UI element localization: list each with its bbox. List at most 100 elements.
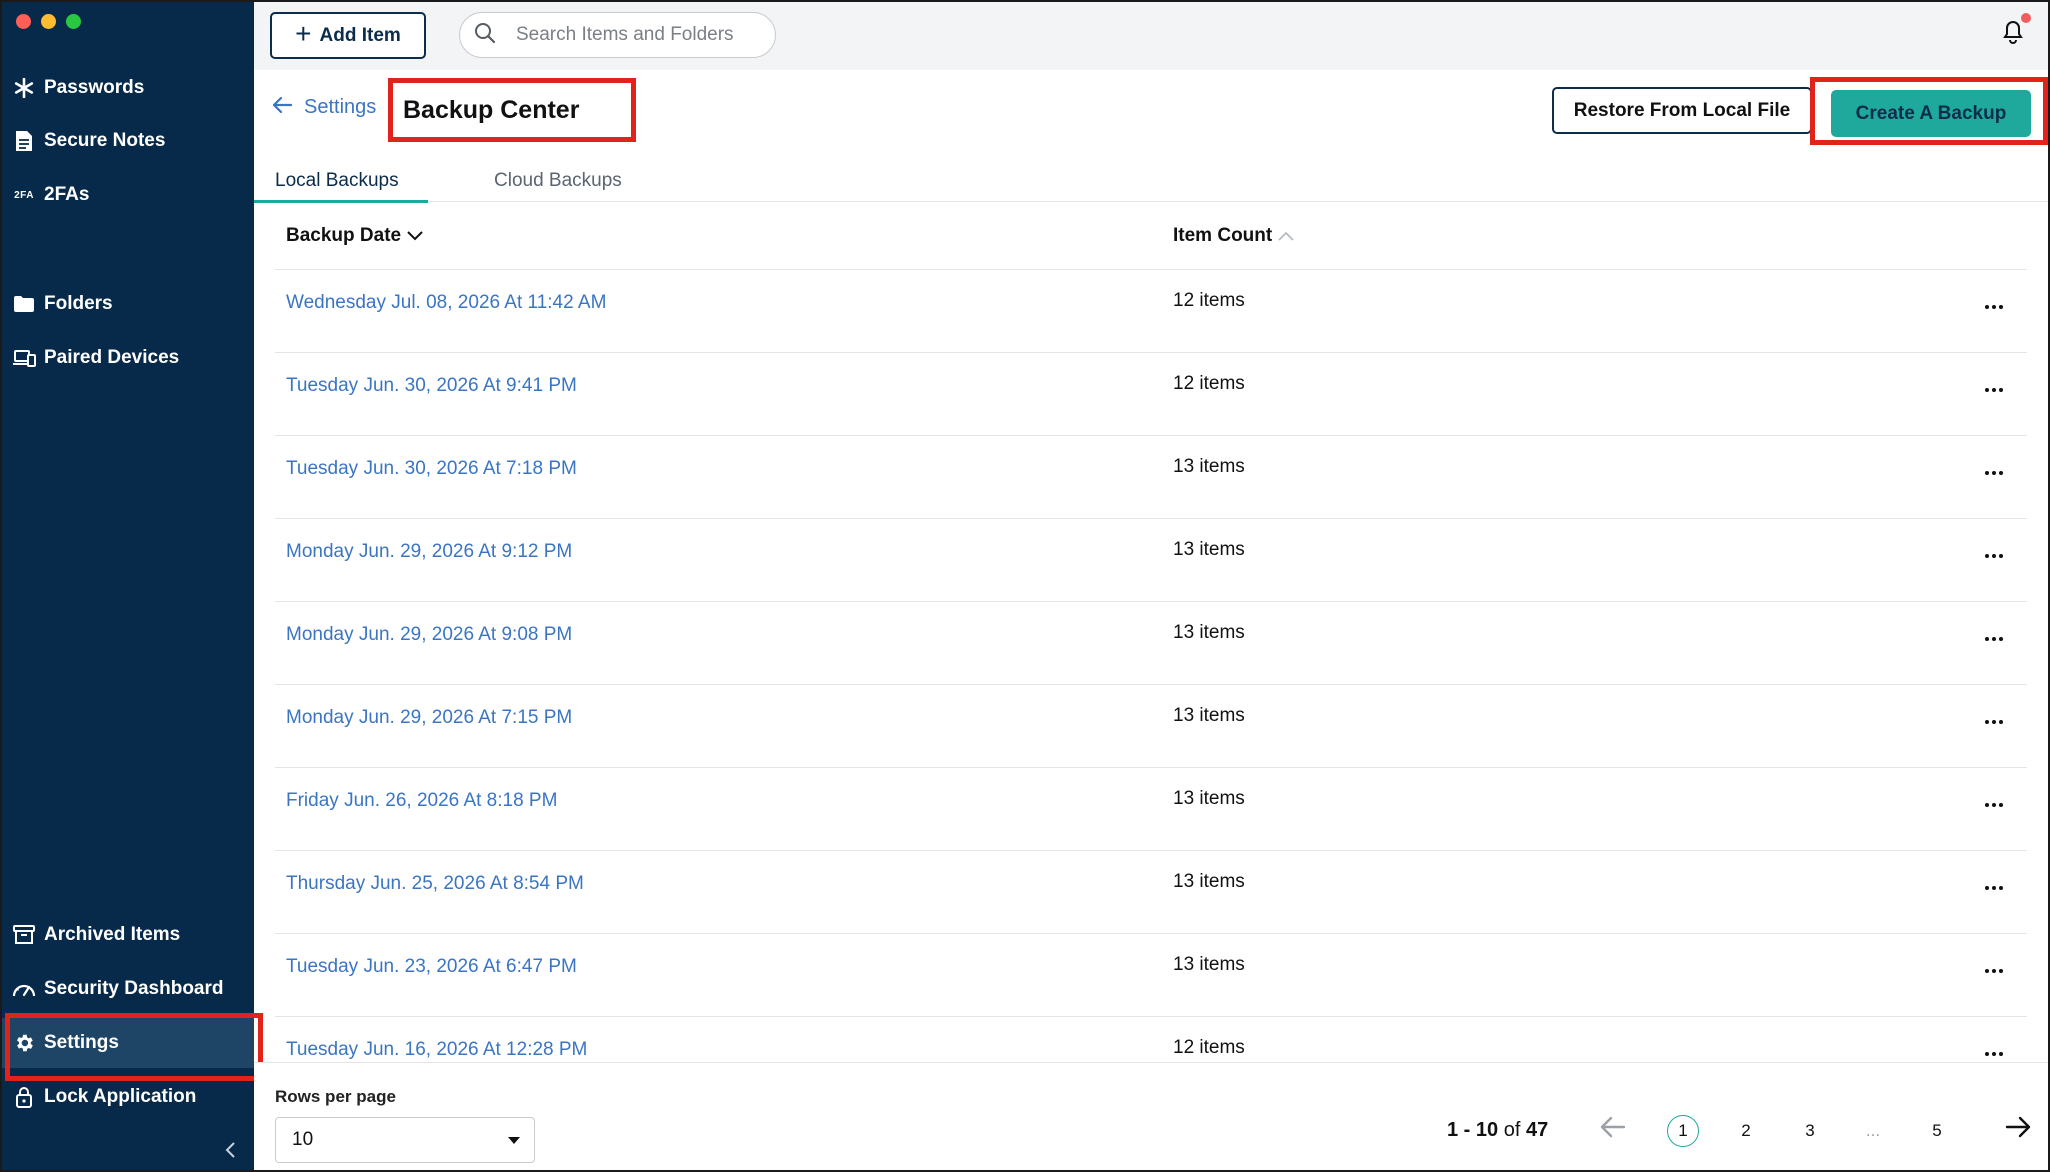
lock-icon <box>12 1085 36 1109</box>
page-button-2[interactable]: 2 <box>1730 1115 1762 1147</box>
create-a-backup-button[interactable]: Create A Backup <box>1831 90 2031 137</box>
backup-date-link[interactable]: Monday Jun. 29, 2026 At 9:08 PM <box>286 624 572 646</box>
search-input[interactable] <box>516 24 756 46</box>
minimize-window-button[interactable] <box>41 14 56 29</box>
backup-date-link[interactable]: Monday Jun. 29, 2026 At 9:12 PM <box>286 541 572 563</box>
more-options-icon[interactable] <box>1978 790 2010 820</box>
backup-tabs: Local Backups Cloud Backups <box>254 160 2050 203</box>
2fa-icon: 2FA <box>14 189 34 201</box>
close-window-button[interactable] <box>16 14 31 29</box>
top-bar: + Add Item <box>254 0 2050 70</box>
arrow-left-icon <box>272 96 293 119</box>
more-options-icon[interactable] <box>1978 956 2010 986</box>
notification-dot <box>2021 13 2031 23</box>
tab-local-backups[interactable]: Local Backups <box>254 170 428 203</box>
more-options-icon[interactable] <box>1978 375 2010 405</box>
sidebar-item-label: Folders <box>44 293 113 314</box>
sidebar-item-label: Lock Application <box>44 1086 197 1107</box>
devices-icon <box>12 346 36 370</box>
more-options-icon[interactable] <box>1978 624 2010 654</box>
arrow-left-icon[interactable] <box>1599 1115 1629 1145</box>
page-button-3[interactable]: 3 <box>1794 1115 1826 1147</box>
asterisk-icon <box>12 76 36 100</box>
column-header-item-count[interactable]: Item Count <box>1173 225 1294 247</box>
back-to-settings-link[interactable]: Settings <box>272 96 376 119</box>
chevron-up-icon <box>1278 225 1294 247</box>
backup-date-link[interactable]: Tuesday Jun. 30, 2026 At 7:18 PM <box>286 458 577 480</box>
more-options-icon[interactable] <box>1978 541 2010 571</box>
sidebar-item-paired-devices[interactable]: Paired Devices <box>0 333 254 383</box>
gear-icon <box>12 1031 36 1055</box>
sidebar-item-settings[interactable]: Settings <box>0 1013 263 1081</box>
sidebar: Passwords Secure Notes 2FA 2FAs Folders … <box>0 0 263 1172</box>
table-row: Monday Jun. 29, 2026 At 7:15 PM 13 items <box>275 685 2027 768</box>
caret-down-icon <box>508 1137 520 1144</box>
bell-icon[interactable] <box>2002 13 2031 46</box>
table-footer: Rows per page 10 1 - 10 of 47 1 2 3 ... … <box>254 1062 2050 1172</box>
sidebar-item-security-dashboard[interactable]: Security Dashboard <box>0 964 254 1014</box>
more-options-icon[interactable] <box>1978 1039 2010 1062</box>
backup-date-link[interactable]: Friday Jun. 26, 2026 At 8:18 PM <box>286 790 557 812</box>
item-count: 13 items <box>1173 539 1245 560</box>
plus-icon: + <box>295 18 312 49</box>
column-header-backup-date[interactable]: Backup Date <box>286 225 423 247</box>
sidebar-item-label: Archived Items <box>44 924 181 945</box>
item-count: 13 items <box>1173 954 1245 975</box>
item-count: 12 items <box>1173 290 1245 311</box>
sidebar-item-secure-notes[interactable]: Secure Notes <box>0 116 254 166</box>
backup-date-link[interactable]: Tuesday Jun. 16, 2026 At 12:28 PM <box>286 1039 587 1061</box>
page-button-5[interactable]: 5 <box>1921 1115 1953 1147</box>
backup-date-link[interactable]: Monday Jun. 29, 2026 At 7:15 PM <box>286 707 572 729</box>
pagination-range: 1 - 10 of 47 <box>1447 1119 1549 1141</box>
rows-per-page-select[interactable]: 10 <box>275 1117 535 1163</box>
backup-date-link[interactable]: Tuesday Jun. 30, 2026 At 9:41 PM <box>286 375 577 397</box>
search-box <box>459 12 776 58</box>
more-options-icon[interactable] <box>1978 458 2010 488</box>
tab-cloud-backups[interactable]: Cloud Backups <box>494 170 622 192</box>
item-count: 13 items <box>1173 788 1245 809</box>
item-count: 13 items <box>1173 705 1245 726</box>
maximize-window-button[interactable] <box>66 14 81 29</box>
more-options-icon[interactable] <box>1978 292 2010 322</box>
more-options-icon[interactable] <box>1978 873 2010 903</box>
gauge-icon <box>12 977 36 1001</box>
sidebar-item-label: Settings <box>44 1032 119 1053</box>
table-row: Monday Jun. 29, 2026 At 9:08 PM 13 items <box>275 602 2027 685</box>
chevron-left-icon[interactable] <box>218 1138 242 1162</box>
add-item-button[interactable]: + Add Item <box>270 12 426 59</box>
archive-icon <box>12 923 36 947</box>
backup-date-link[interactable]: Wednesday Jul. 08, 2026 At 11:42 AM <box>286 292 606 314</box>
page-title-highlight: Backup Center <box>388 78 636 142</box>
table-row: Tuesday Jun. 30, 2026 At 9:41 PM 12 item… <box>275 353 2027 436</box>
more-options-icon[interactable] <box>1978 707 2010 737</box>
table-row: Tuesday Jun. 30, 2026 At 7:18 PM 13 item… <box>275 436 2027 519</box>
sidebar-item-label: Security Dashboard <box>44 978 224 999</box>
sidebar-item-label: Passwords <box>44 77 145 98</box>
window-controls <box>16 14 81 29</box>
note-icon <box>12 129 36 153</box>
folder-icon <box>12 292 36 316</box>
sidebar-item-folders[interactable]: Folders <box>0 279 254 329</box>
backup-date-link[interactable]: Thursday Jun. 25, 2026 At 8:54 PM <box>286 873 584 895</box>
arrow-right-icon[interactable] <box>2004 1115 2034 1145</box>
table-row: Thursday Jun. 25, 2026 At 8:54 PM 13 ite… <box>275 851 2027 934</box>
sidebar-item-lock-application[interactable]: Lock Application <box>0 1072 254 1122</box>
sidebar-item-label: Paired Devices <box>44 347 180 368</box>
page-title: Backup Center <box>403 95 580 124</box>
table-row: Tuesday Jun. 23, 2026 At 6:47 PM 13 item… <box>275 934 2027 1017</box>
sidebar-item-2fas[interactable]: 2FA 2FAs <box>0 170 254 220</box>
backup-date-link[interactable]: Tuesday Jun. 23, 2026 At 6:47 PM <box>286 956 577 978</box>
chevron-down-icon <box>407 225 423 247</box>
item-count: 12 items <box>1173 1037 1245 1058</box>
sidebar-item-archived-items[interactable]: Archived Items <box>0 910 254 960</box>
backup-list: Wednesday Jul. 08, 2026 At 11:42 AM 12 i… <box>275 270 2027 1062</box>
table-row: Monday Jun. 29, 2026 At 9:12 PM 13 items <box>275 519 2027 602</box>
restore-from-local-file-button[interactable]: Restore From Local File <box>1552 87 1812 134</box>
item-count: 13 items <box>1173 456 1245 477</box>
table-header: Backup Date Item Count <box>275 210 2027 270</box>
item-count: 12 items <box>1173 373 1245 394</box>
page-button-1[interactable]: 1 <box>1667 1115 1699 1147</box>
sidebar-item-label: 2FAs <box>44 184 90 205</box>
table-row: Wednesday Jul. 08, 2026 At 11:42 AM 12 i… <box>275 270 2027 353</box>
sidebar-item-passwords[interactable]: Passwords <box>0 63 254 113</box>
